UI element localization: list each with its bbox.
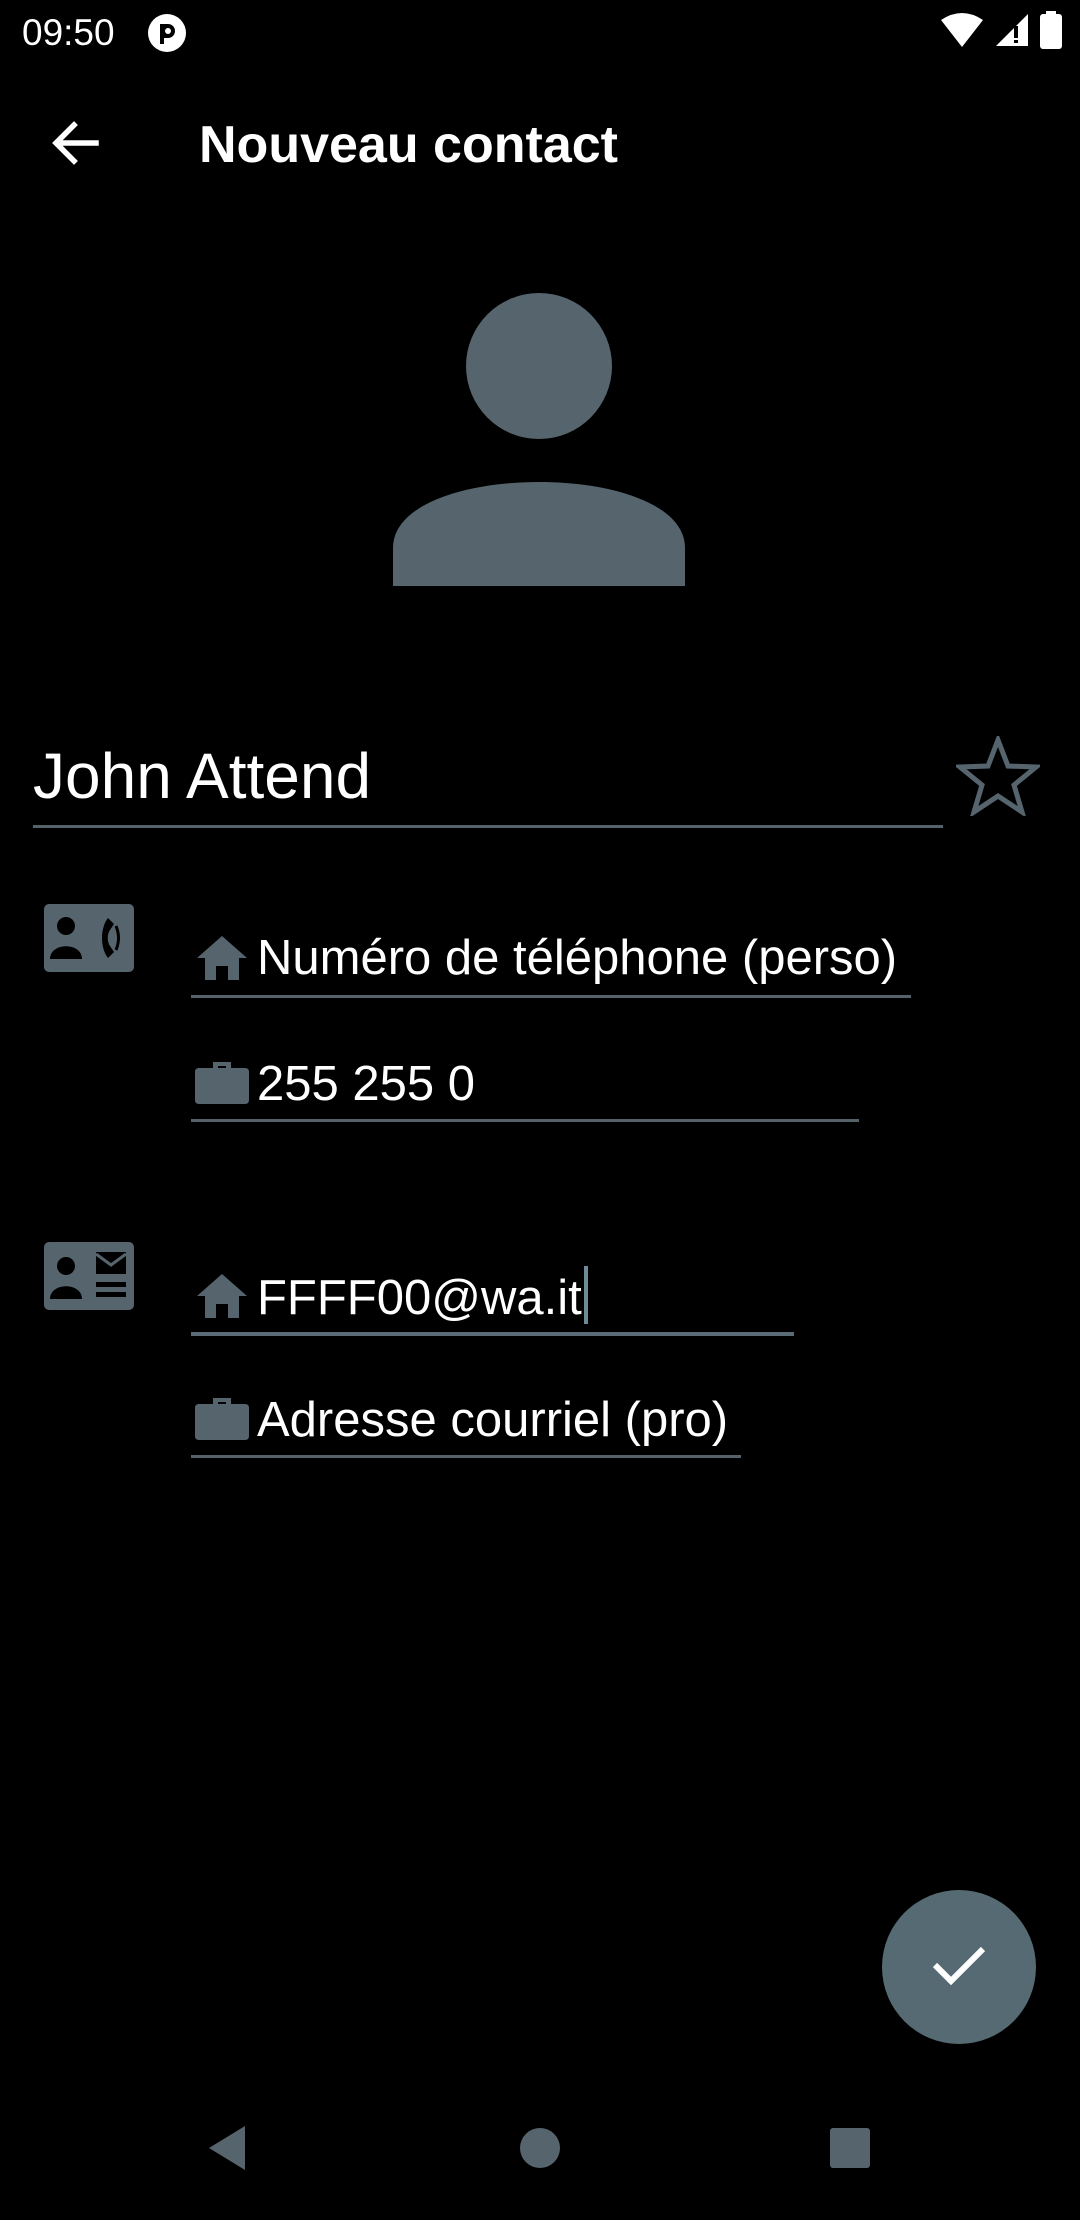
circle-app-icon: [146, 12, 188, 54]
email-home-value-wrap: FFFF00@wa.it: [257, 1266, 588, 1328]
email-work-field[interactable]: Adresse courriel (pro): [191, 1382, 741, 1458]
home-icon: [195, 930, 249, 984]
email-work-value: Adresse courriel (pro): [257, 1393, 729, 1447]
battery-icon: [1040, 10, 1062, 54]
phone-work-field[interactable]: 255 255 0: [191, 1046, 859, 1122]
page-title: Nouveau contact: [199, 116, 618, 174]
nav-home-icon: [519, 2127, 561, 2174]
name-value: John Attend: [33, 740, 372, 812]
star-outline-icon: [953, 732, 1043, 821]
nav-home-button[interactable]: [500, 2110, 580, 2190]
arrow-back-icon: [50, 120, 100, 171]
home-icon: [195, 1268, 249, 1322]
check-icon: [931, 1943, 987, 1992]
nav-back-icon: [205, 2124, 249, 2177]
nav-recents-button[interactable]: [810, 2110, 890, 2190]
phone-work-value: 255 255 0: [257, 1057, 475, 1111]
text-cursor: [583, 1266, 588, 1324]
contact-phone-icon: [44, 904, 134, 974]
briefcase-icon: [195, 1052, 249, 1106]
briefcase-icon: [195, 1388, 249, 1442]
nav-recents-icon: [829, 2127, 871, 2174]
phone-home-field[interactable]: Numéro de téléphone (perso): [191, 920, 911, 998]
phone-home-value: Numéro de téléphone (perso): [257, 931, 898, 985]
favorite-button[interactable]: [952, 732, 1044, 824]
email-home-value: FFFF00@wa.it: [257, 1271, 582, 1325]
save-fab-button[interactable]: [882, 1890, 1036, 2044]
nav-back-button[interactable]: [187, 2110, 267, 2190]
avatar[interactable]: [391, 290, 691, 590]
status-time: 09:50: [22, 12, 115, 53]
email-home-field[interactable]: FFFF00@wa.it: [191, 1256, 794, 1336]
back-button[interactable]: [30, 100, 120, 190]
person-placeholder-icon: [391, 293, 691, 594]
wifi-icon: [940, 12, 984, 53]
contact-mail-icon: [44, 1242, 134, 1312]
status-icons: [940, 10, 1062, 54]
cell-signal-icon: [994, 12, 1030, 53]
name-field[interactable]: John Attend: [33, 730, 943, 828]
